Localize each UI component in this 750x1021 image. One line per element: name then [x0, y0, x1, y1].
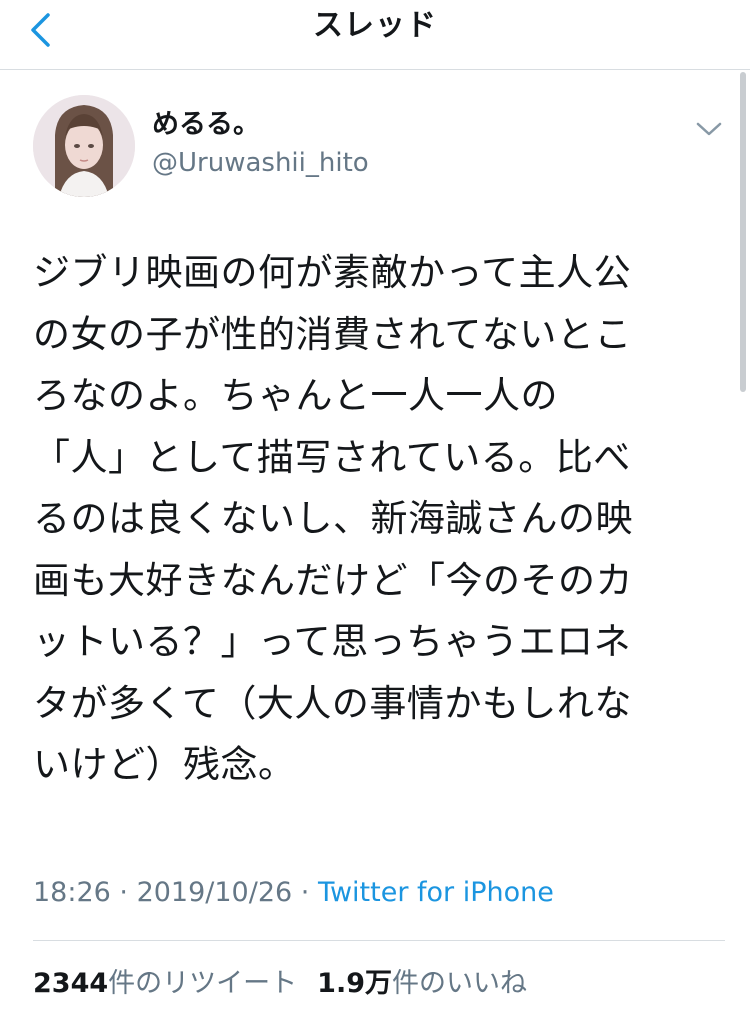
divider [33, 940, 725, 941]
retweet-count: 2344 [33, 968, 109, 999]
tweet-time: 18:26 [33, 877, 111, 908]
author-display-name[interactable]: めるる。 [152, 108, 260, 142]
like-count: 1.9万 [317, 968, 392, 999]
tweet-metadata: 18:26 · 2019/10/26 · Twitter for iPhone [33, 875, 554, 911]
meta-separator: · [292, 877, 318, 908]
scrollbar[interactable] [740, 72, 746, 392]
tweet-date: 2019/10/26 [136, 877, 293, 908]
retweets-stat[interactable]: 2344件のリツイート [33, 968, 297, 999]
author-handle[interactable]: @Uruwashii_hito [152, 146, 369, 180]
navigation-bar: スレッド [0, 0, 750, 70]
chevron-down-icon [696, 122, 722, 136]
page-title: スレッド [313, 8, 437, 43]
tweet-stats: 2344件のリツイート 1.9万件のいいね [33, 966, 527, 1002]
tweet-menu-button[interactable] [692, 112, 726, 146]
retweet-label: 件のリツイート [108, 968, 298, 999]
tweet-text: ジブリ映画の何が素敵かって主人公 の女の子が性的消費されてないとこ ろなのよ。ち… [33, 251, 633, 786]
avatar[interactable] [33, 95, 135, 197]
avatar-image [33, 95, 135, 197]
like-label: 件のいいね [392, 968, 527, 999]
likes-stat[interactable]: 1.9万件のいいね [317, 968, 527, 999]
tweet-source-link[interactable]: Twitter for iPhone [318, 877, 554, 908]
meta-separator: · [110, 877, 137, 908]
